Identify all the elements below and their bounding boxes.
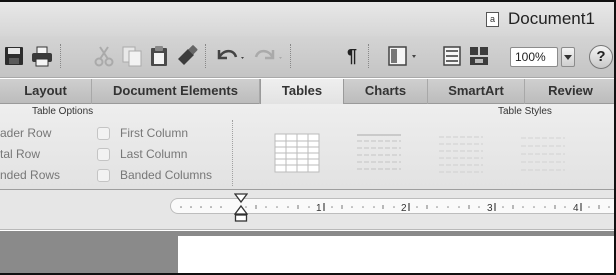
table-style-grid-swatch[interactable] <box>270 131 324 177</box>
last-column-checkbox[interactable] <box>97 148 110 161</box>
tab-review[interactable]: Review <box>525 79 614 104</box>
ruler-label-4: 4 <box>573 203 579 214</box>
ribbon-tab-bar: Layout Document Elements Tables Charts S… <box>0 79 614 105</box>
first-column-label: First Column <box>120 126 189 140</box>
tab-smartart[interactable]: SmartArt <box>428 79 525 104</box>
tab-document-elements[interactable]: Document Elements <box>92 79 260 104</box>
ruler-label-2: 2 <box>401 203 407 214</box>
copy-icon[interactable] <box>120 44 144 68</box>
table-styles-title: Table Styles <box>498 106 552 117</box>
group-divider <box>232 120 233 186</box>
table-style-light-swatch[interactable] <box>434 131 488 177</box>
ruler-label-1: 1 <box>316 203 322 214</box>
document-icon: a <box>486 12 499 27</box>
first-column-checkbox[interactable] <box>97 127 110 140</box>
paste-icon[interactable] <box>147 44 171 68</box>
table-options-title: Table Options <box>32 106 94 117</box>
header-row-option[interactable]: ader Row <box>0 126 51 140</box>
window-title: Document1 <box>508 9 595 28</box>
ribbon-panel: Table Options ader Row tal Row nded Rows… <box>0 104 614 190</box>
format-painter-icon[interactable] <box>175 44 199 68</box>
sidebar-icon[interactable] <box>440 44 464 68</box>
title-bar: a Document1 <box>0 2 614 36</box>
toolbar-separator <box>205 44 206 68</box>
undo-icon[interactable] <box>214 44 248 68</box>
table-style-plain-swatch[interactable] <box>352 131 406 177</box>
word-window: a Document1 ¶ 100% ? Layout Document Ele… <box>0 0 616 275</box>
toolbar-separator <box>290 44 291 68</box>
ruler-label-3: 3 <box>487 203 493 214</box>
view-layout-icon[interactable] <box>386 44 420 68</box>
total-row-option[interactable]: tal Row <box>0 147 40 161</box>
ruler-area: 1 2 3 4 <box>0 190 614 230</box>
cut-icon[interactable] <box>92 44 116 68</box>
help-button[interactable]: ? <box>589 45 613 69</box>
banded-columns-label: Banded Columns <box>120 168 213 182</box>
paragraph-marks-icon[interactable]: ¶ <box>340 44 364 68</box>
last-column-label: Last Column <box>120 147 188 161</box>
toolbar-separator <box>60 44 61 68</box>
tab-tables[interactable]: Tables <box>260 79 344 105</box>
banded-rows-option[interactable]: nded Rows <box>0 168 60 182</box>
print-icon[interactable] <box>30 44 54 68</box>
toolbar-separator <box>368 44 369 68</box>
standard-toolbar: ¶ 100% ? <box>0 36 614 78</box>
gallery-icon[interactable] <box>467 44 491 68</box>
tab-layout[interactable]: Layout <box>0 79 92 104</box>
banded-columns-checkbox[interactable] <box>97 169 110 182</box>
redo-icon[interactable] <box>252 44 286 68</box>
document-canvas <box>0 231 614 273</box>
zoom-dropdown-button[interactable] <box>561 47 575 67</box>
indent-marker-icon[interactable] <box>233 193 249 223</box>
zoom-field[interactable]: 100% <box>510 47 558 67</box>
table-style-minimal-swatch[interactable] <box>516 131 570 177</box>
tab-charts[interactable]: Charts <box>344 79 428 104</box>
save-icon[interactable] <box>2 44 26 68</box>
document-page[interactable] <box>178 236 614 273</box>
